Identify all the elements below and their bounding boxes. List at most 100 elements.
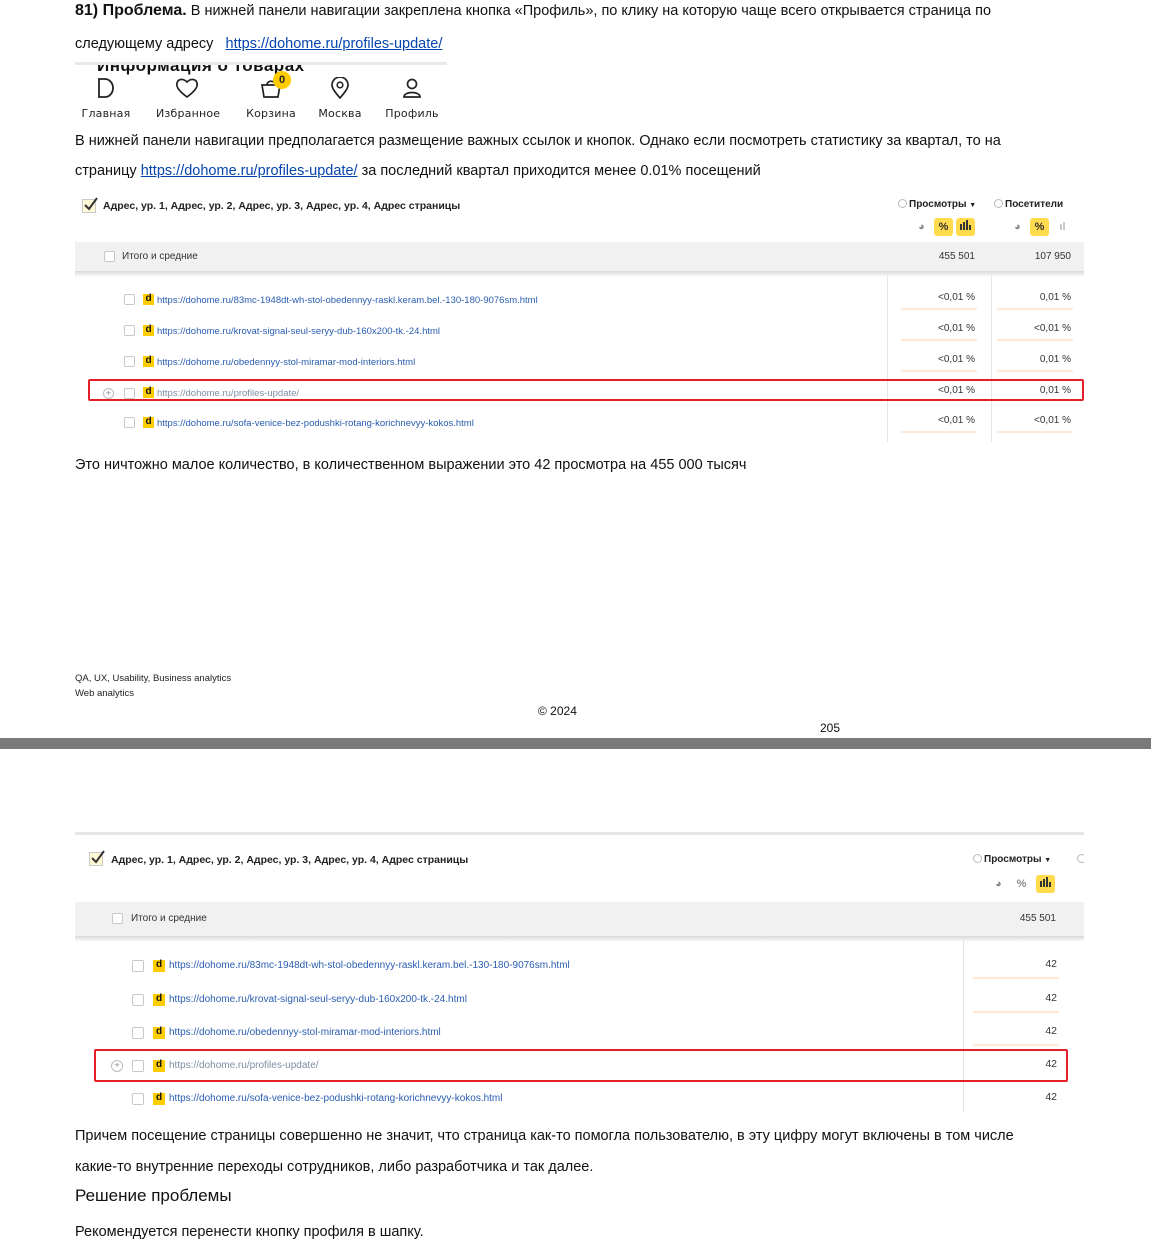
row-visitors: <0,01 % [1034,323,1071,334]
info-icon [898,199,907,208]
heart-icon [156,75,218,101]
nav-label-favorites: Избранное [156,107,221,120]
row-checkbox[interactable] [132,960,144,972]
header-checkbox[interactable] [89,850,105,866]
paragraph-2-line1: В нижней панели навигации предполагается… [75,133,1001,149]
info-icon [973,854,982,863]
row-views: 42 [1045,958,1057,970]
navbar-cut-text: Информация о товарах [97,62,305,75]
row-checkbox[interactable] [132,1093,144,1105]
table-row[interactable]: d https://dohome.ru/obedennyy-stol-miram… [75,1025,1084,1046]
row-url[interactable]: https://dohome.ru/obedennyy-stol-miramar… [169,1027,441,1038]
dohome-favicon-icon: d [153,994,165,1006]
nav-item-profile[interactable]: Профиль [381,75,443,120]
dohome-favicon-icon: d [143,356,154,367]
table-row[interactable]: d https://dohome.ru/obedennyy-stol-miram… [75,354,1084,372]
nav-item-city[interactable]: Москва [309,75,371,120]
views-column-header[interactable]: Просмотры ▼ [973,854,1051,865]
visitors-column-header[interactable]: Посетители [994,199,1063,210]
metrica-table-percent: Адрес, ур. 1, Адрес, ур. 2, Адрес, ур. 3… [75,188,1084,442]
table-row[interactable]: d https://dohome.ru/krovat-signal-seul-s… [75,323,1084,341]
profiles-update-link-2[interactable]: https://dohome.ru/profiles-update/ [141,163,358,179]
totals-label: Итого и средние [122,251,198,262]
cart-count-badge: 0 [273,71,291,89]
pie-chart-icon[interactable]: ◕ [912,218,931,236]
location-pin-icon [309,75,371,101]
row-url[interactable]: https://dohome.ru/83mc-1948dt-wh-stol-ob… [169,960,570,971]
value-bar [973,1011,1059,1013]
problem-intro-line1: В нижней панели навигации закреплена кно… [186,3,992,19]
nav-item-cart[interactable]: 0 Корзина [240,71,302,120]
paragraph-4-line2: какие-то внутренние переходы сотрудников… [75,1159,594,1175]
row-url[interactable]: https://dohome.ru/83mc-1948dt-wh-stol-ob… [157,295,538,306]
sort-desc-icon: ▼ [969,202,977,209]
percent-bar [997,339,1073,341]
dohome-favicon-icon: d [153,960,165,972]
footer-line-2: Web analytics [75,688,134,699]
row-url[interactable]: https://dohome.ru/krovat-signal-seul-ser… [157,326,440,337]
basket-icon [240,75,302,101]
percent-toggle-icon[interactable]: % [1030,218,1049,236]
home-d-icon [75,75,137,101]
row-checkbox[interactable] [132,994,144,1006]
dohome-favicon-icon: d [143,294,154,305]
table-row[interactable]: d https://dohome.ru/krovat-signal-seul-s… [75,992,1084,1013]
totals-checkbox[interactable] [112,913,123,924]
dohome-favicon-icon: d [143,417,154,428]
table-row[interactable]: d https://dohome.ru/83mc-1948dt-wh-stol-… [75,958,1084,979]
bar-chart-icon[interactable] [956,218,975,236]
row-checkbox[interactable] [124,294,135,305]
percent-toggle-icon[interactable]: % [934,218,953,236]
row-url[interactable]: https://dohome.ru/sofa-venice-bez-podush… [169,1093,503,1104]
solution-heading: Решение проблемы [75,1186,232,1205]
totals-label: Итого и средние [131,913,207,924]
profiles-update-link[interactable]: https://dohome.ru/profiles-update/ [226,36,443,52]
nav-label-cart: Корзина [246,107,296,120]
bar-chart-icon[interactable] [1036,875,1055,893]
totals-checkbox[interactable] [104,251,115,262]
views-header-label: Просмотры [984,854,1042,865]
nav-item-home[interactable]: Главная [75,75,137,120]
problem-intro-line2: следующему адресу [75,36,214,52]
row-views: <0,01 % [938,323,975,334]
totals-views: 455 501 [1019,913,1056,924]
nav-label-city: Москва [318,107,362,120]
views-header-label: Просмотры [909,199,967,210]
percent-bar [901,308,977,310]
row-url[interactable]: https://dohome.ru/sofa-venice-bez-podush… [157,418,474,429]
row-url[interactable]: https://dohome.ru/krovat-signal-seul-ser… [169,994,467,1005]
table-row[interactable]: d https://dohome.ru/sofa-venice-bez-podu… [75,415,1084,433]
row-checkbox[interactable] [124,417,135,428]
row-views: 42 [1045,1025,1057,1037]
scroll-shadow [75,936,1084,942]
problem-heading: 81) Проблема. [75,2,187,19]
row-checkbox[interactable] [132,1027,144,1039]
table-row[interactable]: d https://dohome.ru/83mc-1948dt-wh-stol-… [75,292,1084,310]
row-views: <0,01 % [938,354,975,365]
nav-item-favorites[interactable]: Избранное [156,75,221,120]
percent-toggle-icon[interactable]: % [1012,875,1031,893]
value-bar [973,977,1059,979]
bar-chart-icon[interactable]: ıl [1053,218,1072,236]
row-checkbox[interactable] [124,356,135,367]
table-row[interactable]: d https://dohome.ru/sofa-venice-bez-podu… [75,1091,1084,1110]
row-checkbox[interactable] [124,325,135,336]
header-checkbox[interactable] [82,197,98,213]
percent-bar [901,370,977,372]
totals-row: Итого и средние 455 501 107 950 [75,242,1084,271]
footer-line-1: QA, UX, Usability, Business analytics [75,673,232,684]
totals-row: Итого и средние 455 501 [75,902,1084,936]
percent-bar [901,339,977,341]
scroll-shadow [75,271,1084,277]
pie-chart-icon[interactable]: ◕ [1008,218,1027,236]
value-bar [973,1044,1059,1046]
row-views: 42 [1045,1091,1057,1103]
percent-bar [901,431,977,433]
percent-bar [997,431,1073,433]
views-column-header[interactable]: Просмотры ▼ [898,199,976,210]
row-url[interactable]: https://dohome.ru/obedennyy-stol-miramar… [157,357,415,368]
percent-bar [997,370,1073,372]
nav-label-profile: Профиль [385,107,439,120]
pie-chart-icon[interactable]: ◕ [989,875,1008,893]
bottom-navbar-screenshot: Информация о товарах Главная Избранное 0… [75,62,447,124]
